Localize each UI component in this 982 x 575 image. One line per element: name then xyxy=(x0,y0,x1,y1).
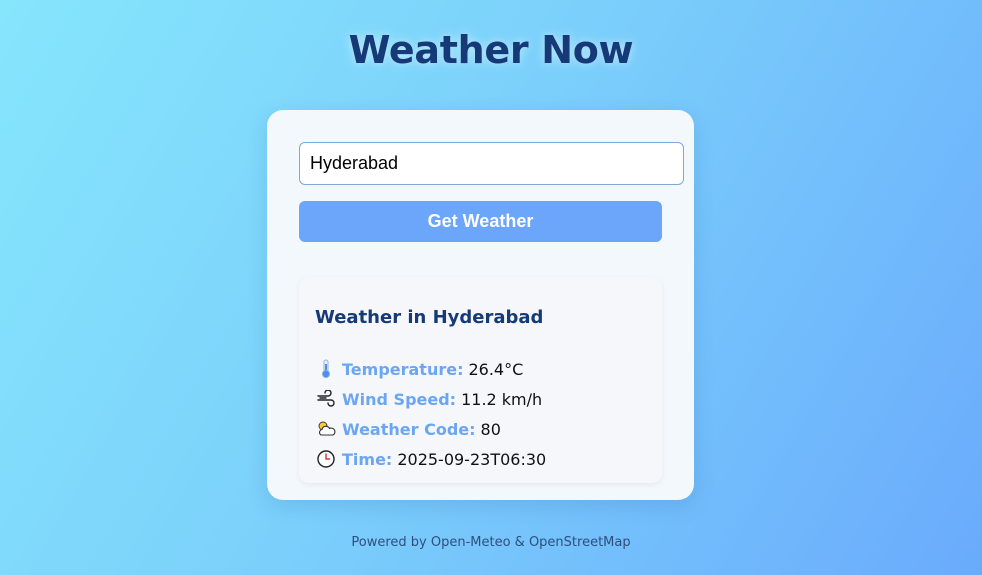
time-value: 2025-09-23T06:30 xyxy=(397,449,547,469)
footer-credit: Powered by Open-Meteo & OpenStreetMap xyxy=(351,535,631,550)
get-weather-button[interactable]: Get Weather xyxy=(299,201,662,242)
time-row: Time: 2025-09-23T06:30 xyxy=(315,447,546,471)
wind-speed-label: Wind Speed: xyxy=(342,389,457,409)
weather-code-value: 80 xyxy=(480,419,501,439)
clock-icon xyxy=(315,448,337,470)
time-label: Time: xyxy=(342,449,393,469)
weather-result-panel: Weather in Hyderabad Temperature: 26.4°C xyxy=(299,277,662,483)
page-title: Weather Now xyxy=(348,28,634,72)
result-heading: Weather in Hyderabad xyxy=(315,307,544,328)
weather-card: Get Weather Weather in Hyderabad Tempera… xyxy=(267,110,694,500)
wind-speed-row: Wind Speed: 11.2 km/h xyxy=(315,387,542,411)
weather-code-label: Weather Code: xyxy=(342,419,476,439)
sun-behind-cloud-icon xyxy=(315,418,337,440)
weather-code-row: Weather Code: 80 xyxy=(315,417,501,441)
temperature-value: 26.4°C xyxy=(468,359,524,379)
thermometer-icon xyxy=(315,358,337,380)
temperature-row: Temperature: 26.4°C xyxy=(315,357,523,381)
temperature-label: Temperature: xyxy=(342,359,464,379)
wind-speed-value: 11.2 km/h xyxy=(461,389,543,409)
wind-icon xyxy=(315,388,337,410)
city-input[interactable] xyxy=(299,142,684,185)
